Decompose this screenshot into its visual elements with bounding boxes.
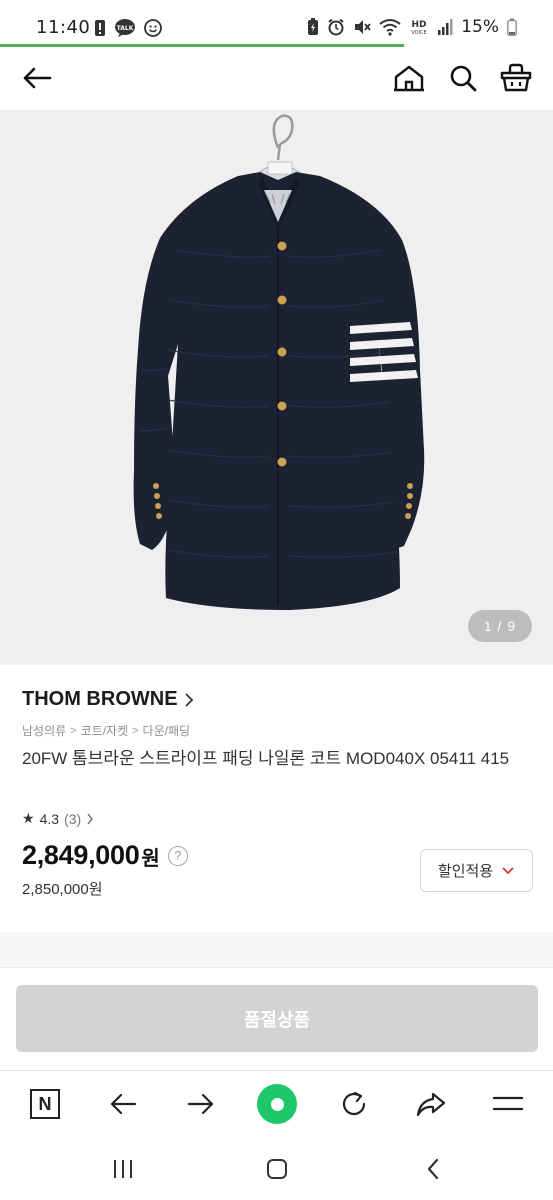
- status-bar: 11:40 TALK HD VOICE 15%: [0, 0, 553, 47]
- chevron-right-icon: [184, 692, 193, 707]
- back-arrow-icon: [110, 1093, 137, 1115]
- hamburger-menu-icon: [493, 1096, 523, 1111]
- browser-toolbar: N: [0, 1070, 553, 1136]
- category-breadcrumb: 남성의류 > 코트/자켓 > 다운/패딩: [22, 722, 190, 739]
- svg-text:HD: HD: [412, 20, 427, 30]
- recent-apps-button[interactable]: [108, 1154, 138, 1184]
- back-button[interactable]: [18, 59, 56, 97]
- rating-value: 4.3: [39, 810, 60, 827]
- sale-price: 2,849,000 원 ?: [22, 840, 188, 871]
- review-count: (3): [64, 810, 82, 827]
- refresh-icon: [342, 1091, 366, 1116]
- menu-button[interactable]: [490, 1086, 526, 1122]
- help-icon[interactable]: ?: [167, 845, 188, 866]
- product-image-carousel[interactable]: 1 / 9: [0, 110, 553, 665]
- browser-back-button[interactable]: [105, 1086, 141, 1122]
- share-button[interactable]: [413, 1086, 449, 1122]
- rating-summary[interactable]: ★ 4.3 (3): [22, 810, 94, 827]
- battery-icon: [507, 18, 517, 36]
- svg-text:TALK: TALK: [117, 25, 134, 32]
- green-dot-icon: [257, 1084, 297, 1124]
- home-button[interactable]: [390, 59, 428, 97]
- price-amount: 2,849,000: [22, 840, 140, 870]
- breadcrumb-separator-icon: >: [132, 724, 139, 737]
- hd-voice-icon: HDVOICE: [412, 20, 427, 36]
- refresh-button[interactable]: [336, 1086, 372, 1122]
- back-arrow-icon: [23, 67, 52, 89]
- app-header: [0, 47, 553, 109]
- breadcrumb-item[interactable]: 남성의류: [22, 722, 66, 739]
- chevron-left-icon: [427, 1158, 439, 1180]
- naver-home-button[interactable]: N: [27, 1086, 63, 1122]
- star-icon: ★: [22, 810, 35, 826]
- home-icon: [394, 65, 424, 92]
- price-unit: 원: [141, 848, 160, 870]
- breadcrumb-item[interactable]: 코트/자켓: [81, 722, 129, 739]
- forward-arrow-icon: [187, 1093, 214, 1115]
- section-divider: [0, 932, 553, 968]
- alert-icon: [95, 20, 105, 36]
- soldout-button[interactable]: 품절상품: [16, 985, 538, 1052]
- naver-n-icon: N: [30, 1089, 60, 1119]
- mute-icon: [355, 20, 371, 34]
- battery-saver-icon: [308, 18, 319, 35]
- smiley-icon: [144, 19, 162, 37]
- product-photo-coat: [133, 114, 425, 610]
- search-icon: [450, 65, 477, 92]
- home-nav-button[interactable]: [262, 1154, 292, 1184]
- status-system-icons: HD VOICE 15%: [307, 17, 517, 37]
- share-icon: [416, 1092, 446, 1117]
- discount-label: 할인적용: [437, 863, 494, 880]
- green-dot-button[interactable]: [257, 1084, 297, 1124]
- wifi-icon: [379, 19, 401, 36]
- breadcrumb-separator-icon: >: [70, 724, 77, 737]
- search-button[interactable]: [444, 59, 482, 97]
- apply-discount-button[interactable]: 할인적용: [420, 849, 533, 892]
- chevron-right-icon: [87, 813, 94, 824]
- browser-forward-button[interactable]: [183, 1086, 219, 1122]
- chevron-down-icon: [502, 866, 514, 874]
- brand-link[interactable]: THOM BROWNE: [22, 688, 194, 711]
- original-price: 2,850,000원: [22, 881, 103, 898]
- status-time: 11:40: [36, 17, 91, 38]
- cart-icon: [500, 63, 532, 92]
- image-counter: 1 / 9: [468, 610, 532, 642]
- recent-apps-icon: [114, 1160, 132, 1178]
- signal-icon: [438, 19, 453, 35]
- alarm-icon: [328, 18, 344, 36]
- talk-icon: TALK: [115, 19, 135, 37]
- brand-name: THOM BROWNE: [22, 688, 178, 710]
- battery-percent: 15%: [461, 17, 499, 37]
- cart-button[interactable]: [497, 59, 535, 97]
- product-title: 20FW 톰브라운 스트라이프 패딩 나일론 코트 MOD040X 05411 …: [22, 749, 510, 768]
- back-nav-button[interactable]: [418, 1154, 448, 1184]
- status-notification-icons: TALK: [94, 18, 162, 38]
- home-square-icon: [267, 1159, 287, 1179]
- breadcrumb-item[interactable]: 다운/패딩: [143, 722, 191, 739]
- android-nav-bar: [0, 1136, 553, 1200]
- svg-text:VOICE: VOICE: [412, 30, 427, 36]
